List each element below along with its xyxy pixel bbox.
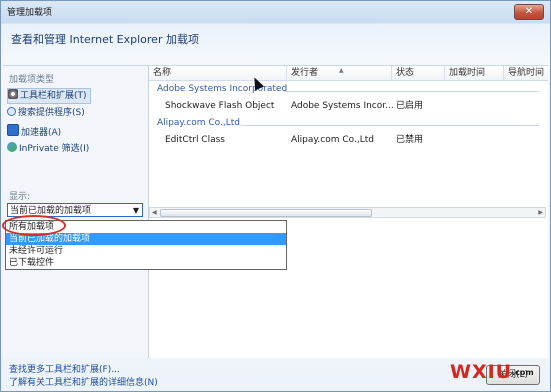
scroll-right-icon[interactable]: ▶: [538, 208, 543, 217]
group-header-adobe[interactable]: Adobe Systems Incorporated: [157, 84, 287, 94]
learn-more-link[interactable]: 了解有关工具栏和扩展的详细信息(N): [9, 375, 158, 388]
sidebar-item-inprivate[interactable]: InPrivate 筛选(I): [7, 142, 89, 156]
accelerator-icon: [7, 124, 19, 136]
addon-name: Shockwave Flash Object: [165, 101, 275, 111]
horizontal-scrollbar[interactable]: ◀ ▶: [149, 207, 546, 218]
addon-publisher: Adobe Systems Incor...: [291, 101, 394, 111]
scroll-left-icon[interactable]: ◀: [152, 208, 157, 217]
column-header-name[interactable]: 名称: [149, 66, 287, 81]
find-more-link[interactable]: 查找更多工具栏和扩展(F)...: [9, 362, 120, 375]
search-icon: [7, 107, 16, 116]
sidebar-item-search-providers[interactable]: 搜索提供程序(S): [7, 106, 85, 120]
sidebar-item-label: 搜索提供程序(S): [18, 108, 85, 118]
watermark-brand: WXIU: [450, 361, 513, 383]
dropdown-option-unapproved[interactable]: 未经许可运行: [6, 245, 286, 257]
watermark-suffix: .com: [512, 368, 534, 377]
scrollbar-thumb[interactable]: [160, 209, 372, 217]
table-row[interactable]: EditCtrl Class Alipay.com Co.,Ltd 已禁用: [149, 132, 548, 148]
watermark-logo: WXIU.com: [450, 361, 534, 383]
column-header-load-time[interactable]: 加载时间: [445, 66, 504, 81]
header-subtitle: 查看和管理 Internet Explorer 加载项: [11, 33, 199, 46]
show-filter-value: 当前已加载的加载项: [10, 206, 92, 216]
column-header-status[interactable]: 状态: [392, 66, 445, 81]
addon-types-heading: 加载项类型: [9, 75, 55, 85]
sidebar-item-accelerators[interactable]: 加速器(A): [7, 124, 61, 138]
content-area: 加载项类型 工具栏和扩展(T) 搜索提供程序(S) 加速器(A) InPriva…: [3, 65, 548, 358]
gear-icon: [8, 89, 18, 99]
sidebar-item-toolbars[interactable]: 工具栏和扩展(T): [7, 88, 91, 104]
title-bar: 管理加载项 ✕: [1, 1, 550, 21]
sidebar-item-label: 加速器(A): [21, 128, 62, 138]
column-header-navigation-time[interactable]: 导航时间: [504, 66, 548, 81]
manage-addons-window: 管理加载项 ✕ 查看和管理 Internet Explorer 加载项 加载项类…: [0, 0, 551, 392]
addon-publisher: Alipay.com Co.,Ltd: [291, 135, 374, 145]
addon-status: 已禁用: [396, 135, 424, 145]
annotation-circle: [2, 215, 66, 236]
show-label: 显示:: [9, 192, 31, 202]
dropdown-option-downloaded[interactable]: 已下载控件: [6, 257, 286, 269]
addon-name: EditCtrl Class: [165, 135, 225, 145]
addon-types-pane: 加载项类型 工具栏和扩展(T) 搜索提供程序(S) 加速器(A) InPriva…: [3, 66, 149, 358]
group-divider: [241, 125, 539, 126]
sidebar-item-label: InPrivate 筛选(I): [19, 144, 90, 154]
sort-arrow-icon: ▲: [339, 67, 344, 74]
table-row[interactable]: Shockwave Flash Object Adobe Systems Inc…: [149, 98, 548, 114]
chevron-down-icon: ▼: [132, 206, 139, 215]
window-title: 管理加载项: [7, 8, 53, 18]
group-divider: [284, 91, 539, 92]
window-close-button[interactable]: ✕: [514, 4, 544, 20]
inprivate-icon: [7, 142, 17, 152]
sidebar-item-label: 工具栏和扩展(T): [20, 91, 87, 101]
addons-list: 名称 发行者 ▲ 状态 加载时间 导航时间 Adobe Systems Inco…: [149, 66, 548, 358]
addon-status: 已启用: [396, 101, 424, 111]
group-header-alipay[interactable]: Alipay.com Co.,Ltd: [157, 118, 240, 128]
